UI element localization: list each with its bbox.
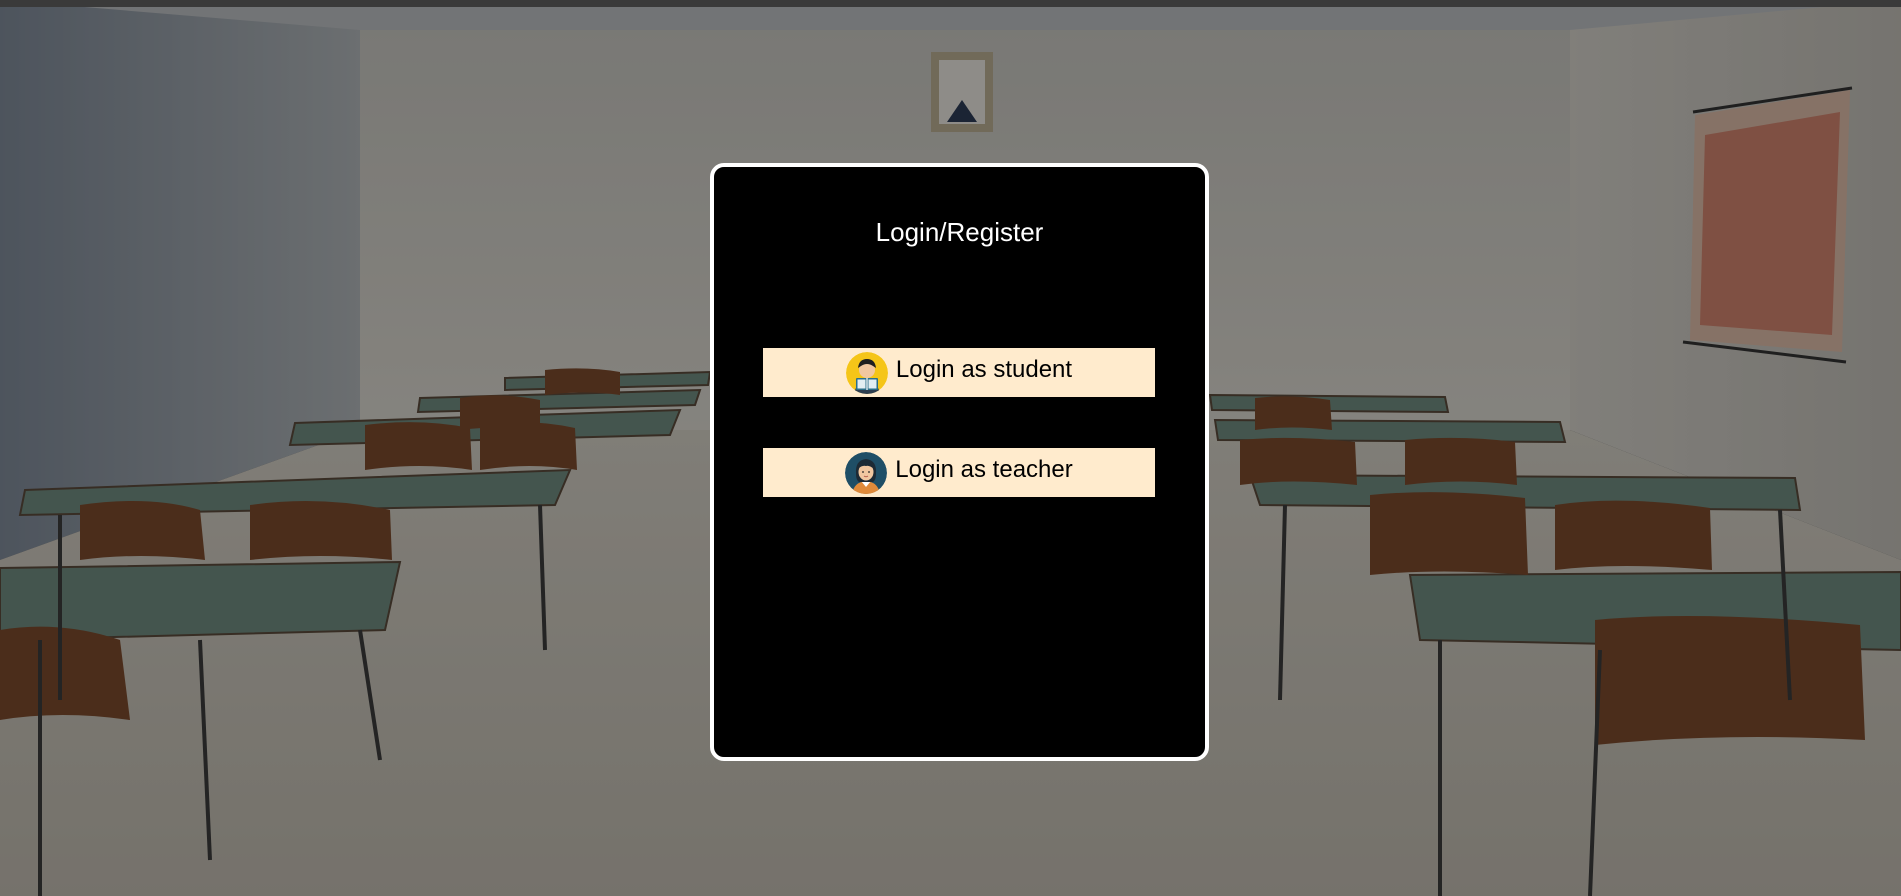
login-as-teacher-button[interactable]: Login as teacher — [763, 448, 1155, 497]
browser-top-edge — [0, 0, 1901, 7]
dialog-title: Login/Register — [875, 217, 1044, 247]
login-register-dialog: Login/Register Login as student Login as… — [710, 163, 1209, 761]
login-as-teacher-label: Login as teacher — [895, 456, 1073, 483]
teacher-avatar-icon — [845, 451, 888, 494]
login-as-student-button[interactable]: Login as student — [763, 348, 1155, 397]
student-avatar-icon — [845, 351, 888, 394]
login-page: Login/Register Login as student Login as… — [0, 0, 1901, 896]
login-as-student-label: Login as student — [895, 356, 1073, 383]
